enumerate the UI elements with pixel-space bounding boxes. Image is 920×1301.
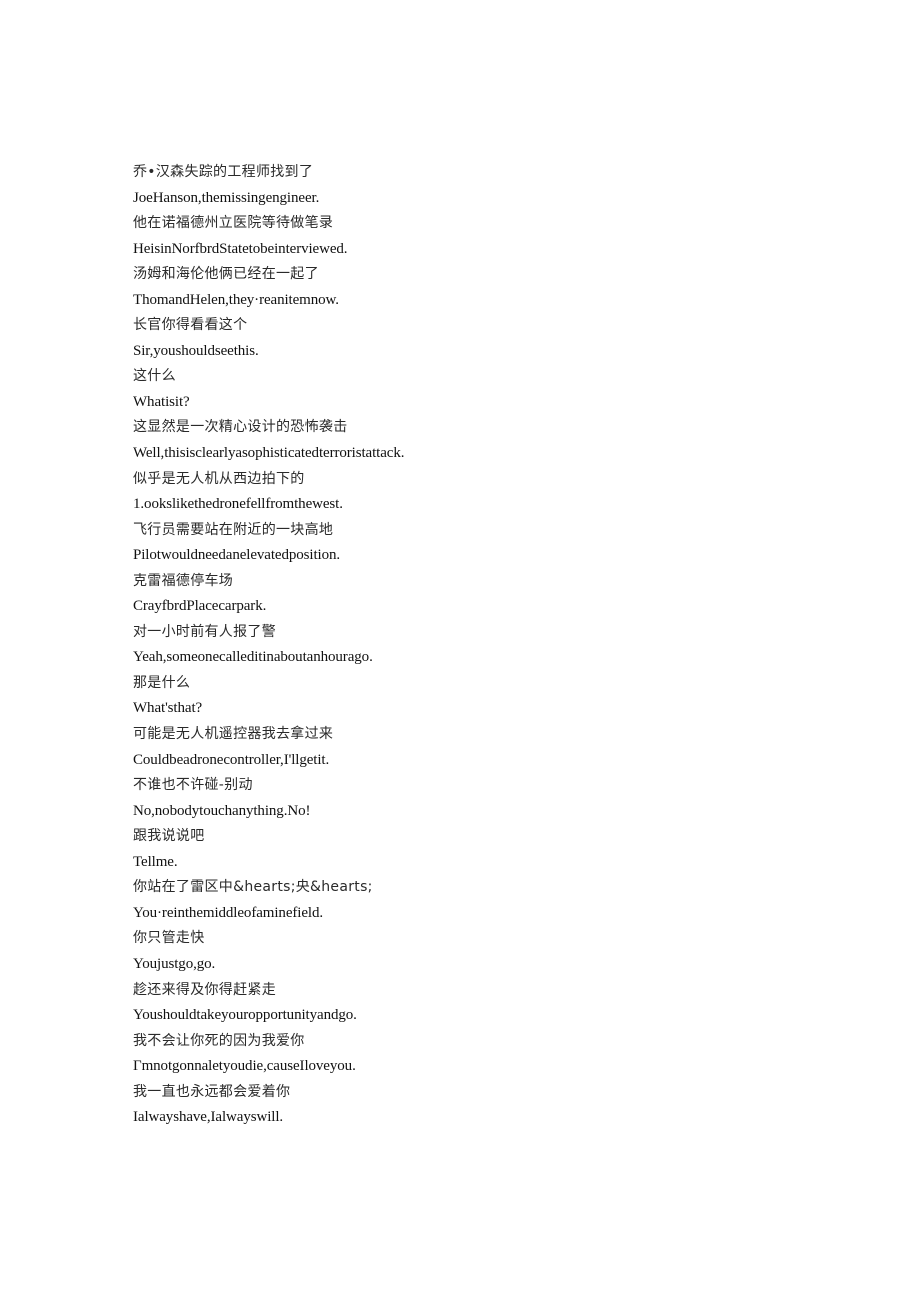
subtitle-line-english: ThomandHelen,they·reanitemnow.: [133, 291, 339, 308]
subtitle-line-english: CrayfbrdPlacecarpark.: [133, 598, 267, 615]
subtitle-line-chinese: 他在诺福德州立医院等待做笔录: [133, 215, 334, 232]
subtitle-line-chinese: 我一直也永远都会爱着你: [133, 1083, 291, 1100]
subtitle-line-english: 1.ookslikethedronefellfromthewest.: [133, 496, 343, 513]
subtitle-line-english: What'sthat?: [133, 700, 203, 717]
subtitle-line-english: HeisinNorfbrdStatetobeinterviewed.: [133, 240, 348, 257]
subtitle-line-english: Couldbeadronecontroller,I'llgetit.: [133, 751, 330, 768]
subtitle-line-chinese: 这显然是一次精心设计的恐怖袭击: [133, 419, 348, 436]
subtitle-line-chinese: 飞行员需要站在附近的一块高地: [133, 521, 334, 538]
subtitle-line-chinese: 不谁也不许碰-别动: [133, 777, 253, 794]
subtitle-line-chinese: 这什么: [133, 368, 176, 385]
subtitle-line-chinese: 长官你得看看这个: [133, 317, 248, 334]
subtitle-line-chinese: 可能是无人机遥控器我去拿过来: [133, 726, 334, 743]
document-page: 乔•汉森失踪的工程师找到了 JoeHanson,themissingenginee…: [133, 160, 833, 1131]
subtitle-line-english: Tellme.: [133, 853, 178, 870]
subtitle-line-english: Ialwayshave,Ialwayswill.: [133, 1109, 284, 1126]
subtitle-line-english: Γmnotgonnaletyoudie,causeIloveyou.: [133, 1058, 356, 1075]
subtitle-line-english: Youshouldtakeyouropportunityandgo.: [133, 1007, 357, 1024]
subtitle-line-english: No,nobodytouchanything.No!: [133, 802, 311, 819]
subtitle-line-chinese: 你只管走快: [133, 930, 205, 947]
subtitle-line-chinese: 似乎是无人机从西边拍下的: [133, 470, 305, 487]
subtitle-line-chinese: 汤姆和海伦他俩已经在一起了: [133, 266, 319, 283]
subtitle-line-chinese: 那是什么: [133, 674, 191, 691]
subtitle-line-english: Pilotwouldneedanelevatedposition.: [133, 547, 341, 564]
subtitle-line-english: Well,thisisclearlyasophisticatedterroris…: [133, 445, 405, 462]
subtitle-line-chinese: 跟我说说吧: [133, 828, 205, 845]
subtitle-line-chinese: 克雷福德停车场: [133, 572, 234, 589]
subtitle-line-chinese: 趁还来得及你得赶紧走: [133, 981, 276, 998]
subtitle-line-english: You·reinthemiddleofaminefield.: [133, 904, 324, 921]
subtitle-line-english: Yeah,someonecalleditinaboutanhourago.: [133, 649, 373, 666]
subtitle-line-chinese: 对一小时前有人报了警: [133, 623, 276, 640]
subtitle-line-english: Whatisit?: [133, 393, 190, 410]
subtitle-line-english: Sir,youshouldseethis.: [133, 342, 259, 359]
subtitle-line-chinese: 我不会让你死的因为我爱你: [133, 1032, 305, 1049]
subtitle-line-chinese: 你站在了雷区中&hearts;央&hearts;: [133, 879, 373, 896]
subtitle-line-english: JoeHanson,themissingengineer.: [133, 189, 320, 206]
subtitle-line-chinese: 乔•汉森失踪的工程师找到了: [133, 164, 314, 180]
subtitle-line-english: Youjustgo,go.: [133, 955, 216, 972]
